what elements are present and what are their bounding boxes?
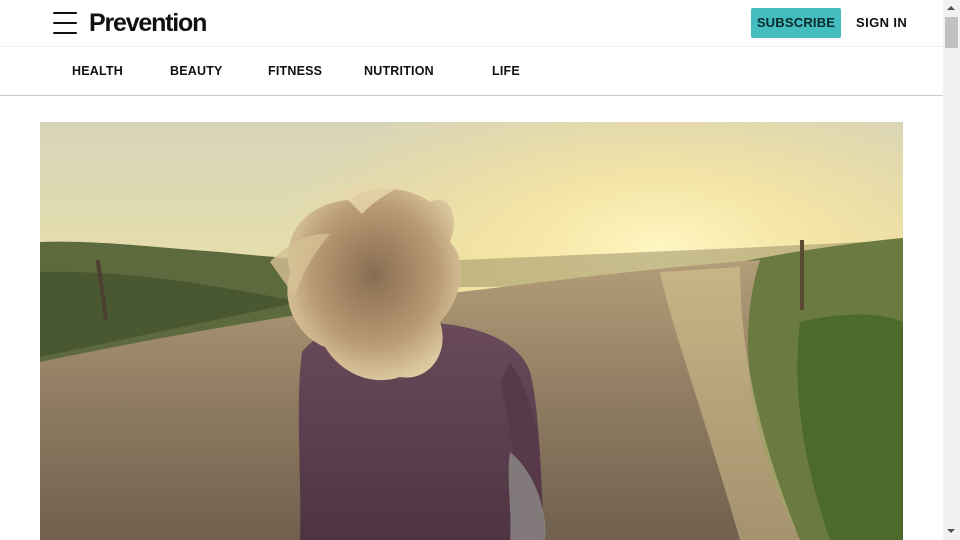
- scroll-up-button[interactable]: [943, 0, 960, 17]
- hamburger-line: [53, 32, 77, 34]
- scroll-down-button[interactable]: [943, 523, 960, 540]
- hamburger-line: [53, 12, 77, 14]
- hamburger-menu-icon[interactable]: [53, 12, 77, 34]
- subscribe-button[interactable]: SUBSCRIBE: [751, 8, 841, 38]
- nav-item-beauty[interactable]: BEAUTY: [170, 47, 223, 95]
- hero-image[interactable]: [40, 122, 903, 540]
- vertical-scrollbar[interactable]: [943, 0, 960, 540]
- arrow-up-icon: [947, 6, 955, 10]
- hamburger-line: [53, 22, 77, 24]
- site-logo[interactable]: Prevention: [89, 7, 207, 39]
- scroll-thumb[interactable]: [945, 17, 958, 48]
- sign-in-link[interactable]: SIGN IN: [856, 8, 907, 38]
- nav-item-life[interactable]: LIFE: [492, 47, 520, 95]
- hero-photo: [40, 122, 903, 540]
- arrow-down-icon: [947, 529, 955, 533]
- nav-item-fitness[interactable]: FITNESS: [268, 47, 322, 95]
- nav-item-nutrition[interactable]: NUTRITION: [364, 47, 434, 95]
- page: Prevention SUBSCRIBE SIGN IN HEALTH BEAU…: [0, 0, 943, 540]
- site-header: Prevention SUBSCRIBE SIGN IN: [0, 0, 943, 46]
- nav-item-health[interactable]: HEALTH: [72, 47, 123, 95]
- main-nav: HEALTH BEAUTY FITNESS NUTRITION LIFE: [0, 46, 943, 96]
